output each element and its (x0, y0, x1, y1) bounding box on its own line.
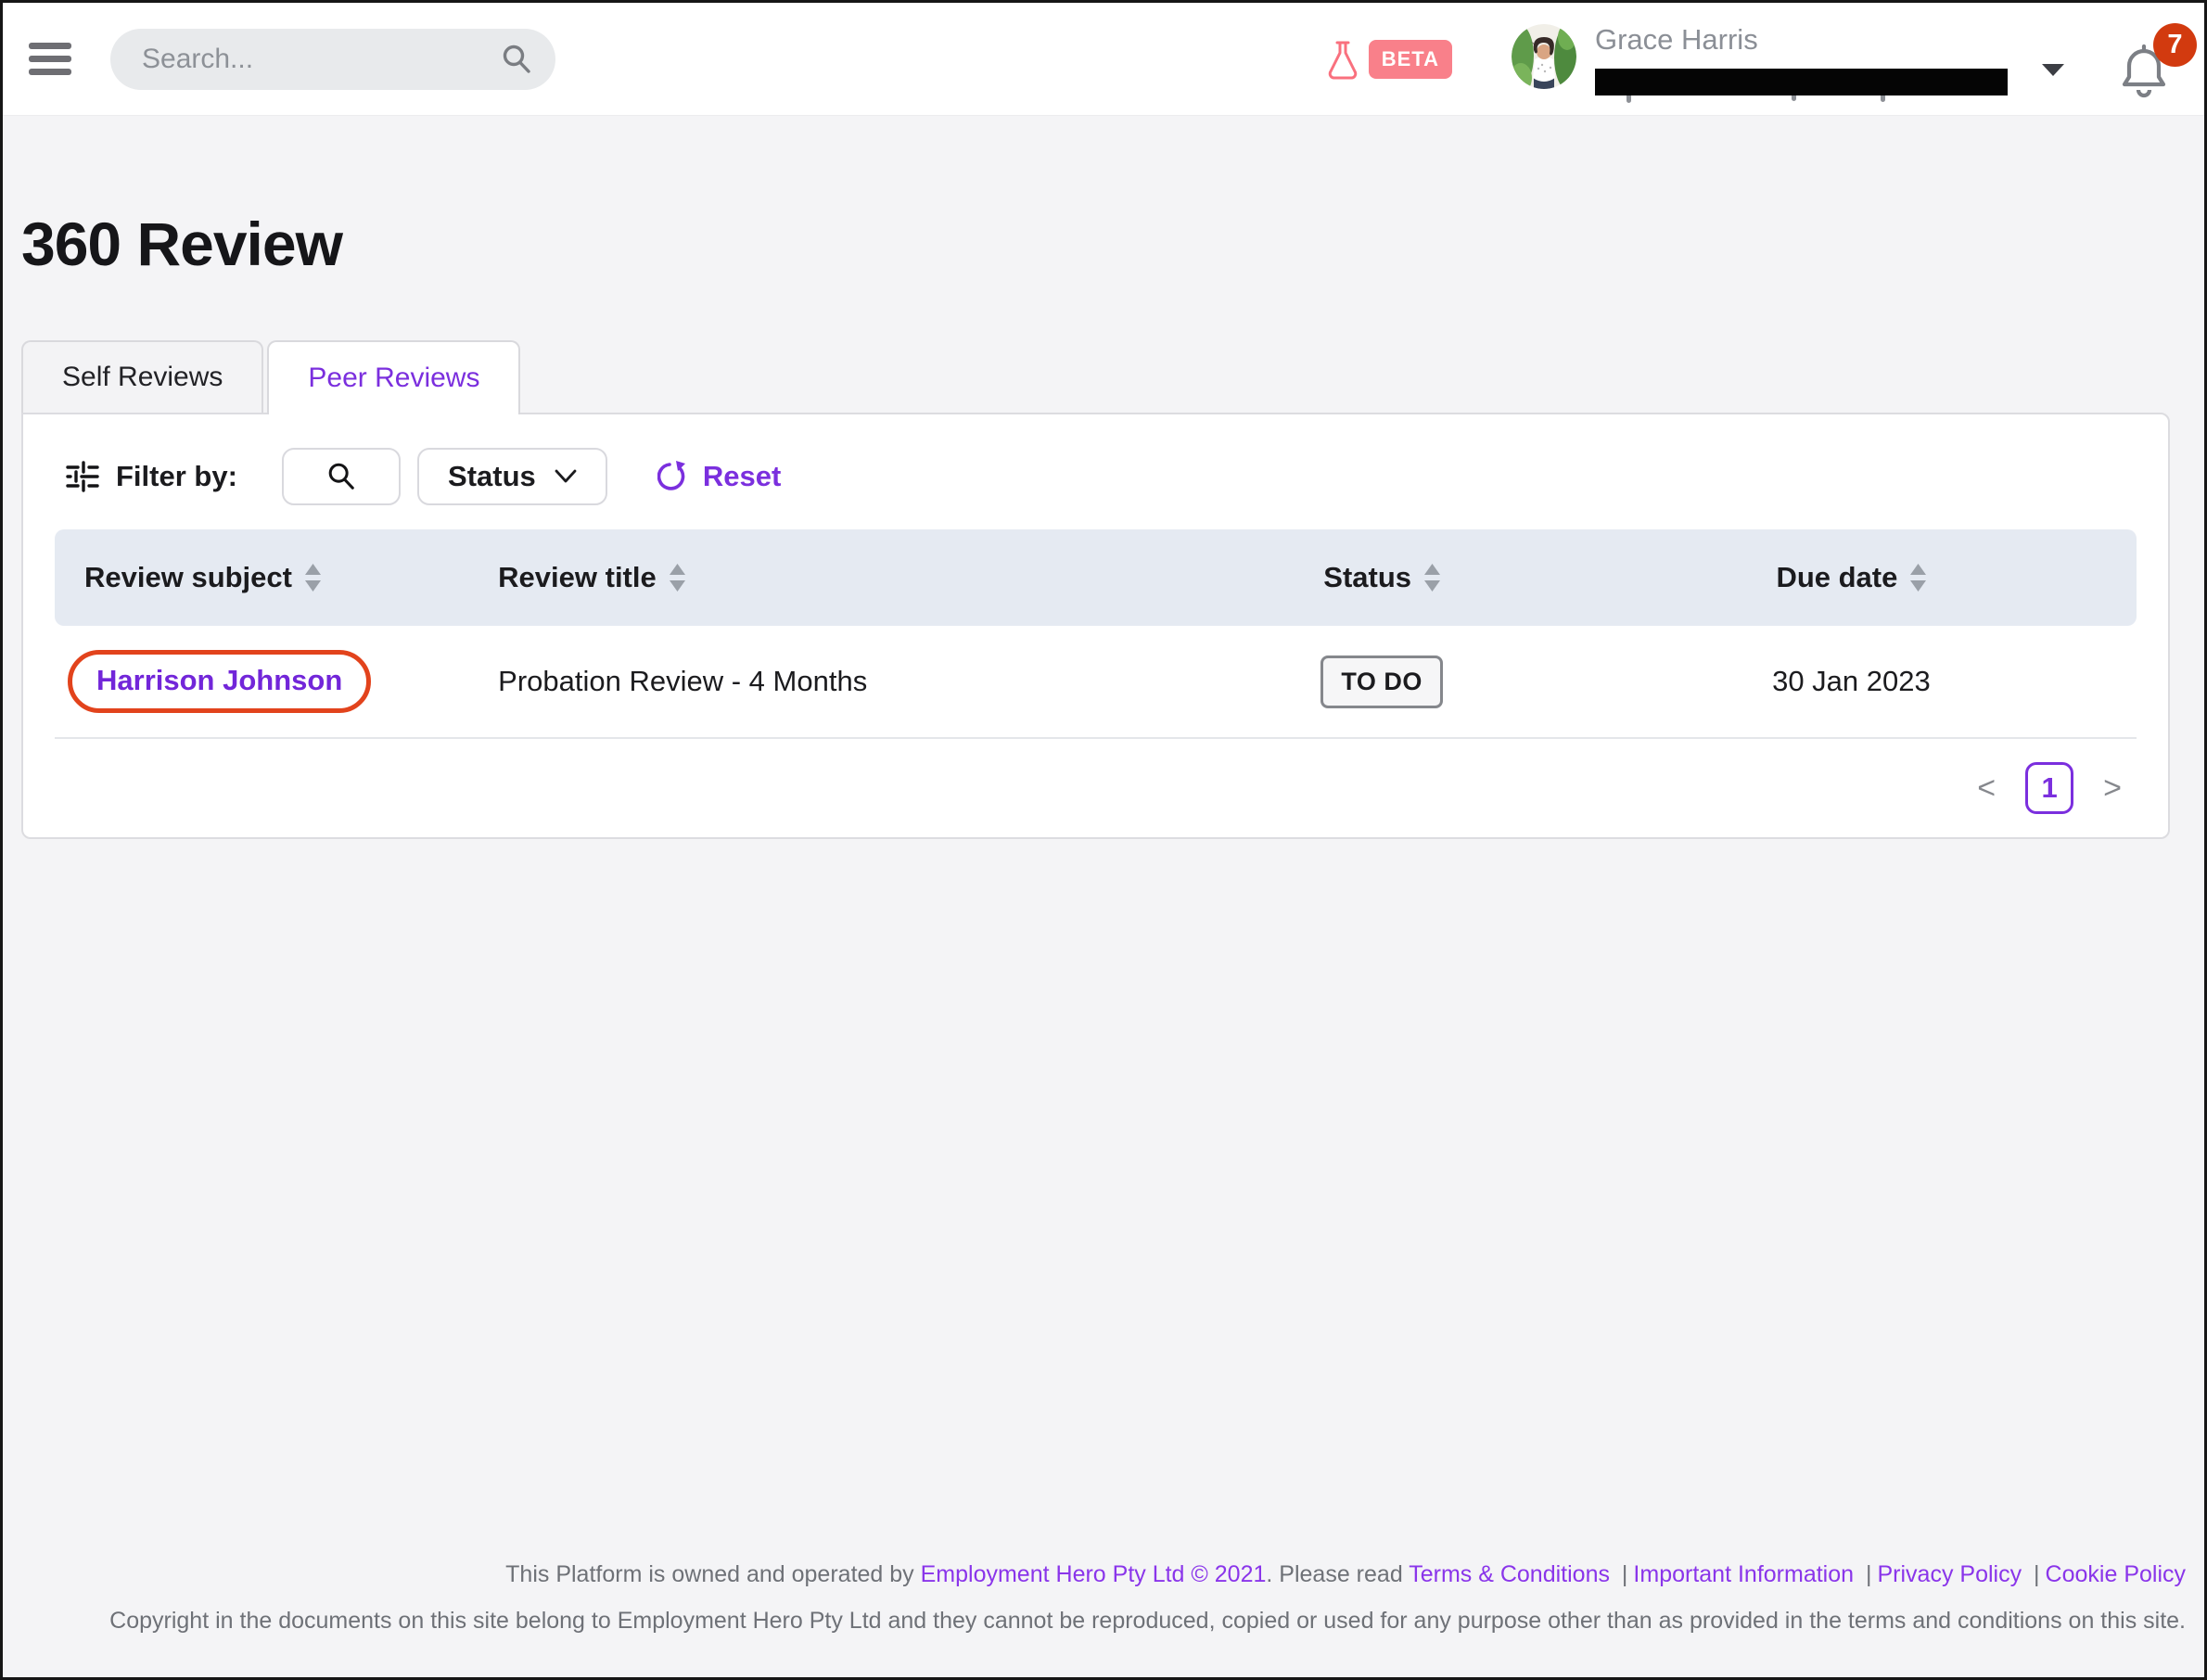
reset-label: Reset (703, 460, 781, 493)
user-menu[interactable]: Grace Harris (1512, 22, 2065, 95)
sort-icon (305, 564, 321, 592)
footer-link-terms[interactable]: Terms & Conditions (1409, 1561, 1610, 1587)
sort-icon (1424, 564, 1440, 592)
beta-feature-toggle[interactable]: BETA (1324, 38, 1452, 81)
table-row[interactable]: Harrison Johnson Probation Review - 4 Mo… (55, 626, 2137, 739)
column-header-due-date[interactable]: Due date (1566, 561, 2137, 594)
footer-link-privacy-policy[interactable]: Privacy Policy (1878, 1561, 2022, 1587)
due-date-cell: 30 Jan 2023 (1566, 665, 2137, 698)
sort-icon (670, 564, 685, 592)
search-input[interactable] (142, 44, 500, 75)
reset-filters-button[interactable]: Reset (657, 460, 781, 493)
review-subject-link[interactable]: Harrison Johnson (96, 664, 342, 696)
red-circle-annotation: Harrison Johnson (68, 650, 371, 713)
notification-count-badge: 7 (2153, 23, 2197, 67)
status-filter-dropdown[interactable]: Status (417, 448, 607, 505)
beta-badge: BETA (1369, 40, 1452, 79)
tab-peer-reviews[interactable]: Peer Reviews (267, 340, 520, 414)
footer-line-2: Copyright in the documents on this site … (3, 1597, 2186, 1644)
footer-link-important-information[interactable]: Important Information (1633, 1561, 1854, 1587)
page-title: 360 Review (21, 209, 2170, 279)
filter-sliders-icon (66, 461, 99, 492)
pagination: < 1 > (55, 739, 2137, 837)
flask-icon (1324, 38, 1361, 81)
column-header-review-title[interactable]: Review title (498, 561, 1197, 594)
status-filter-label: Status (448, 460, 536, 493)
current-page-button[interactable]: 1 (2025, 762, 2073, 814)
status-cell: TO DO (1197, 655, 1565, 708)
chevron-down-icon (555, 469, 577, 484)
main-content: 360 Review Self Reviews Peer Reviews (3, 116, 2204, 1551)
redacted-email (1595, 69, 2008, 95)
footer: This Platform is owned and operated by E… (3, 1551, 2204, 1677)
search-icon[interactable] (500, 43, 533, 76)
tab-bar: Self Reviews Peer Reviews (21, 340, 2170, 413)
filter-search-button[interactable] (282, 448, 401, 505)
column-header-review-subject[interactable]: Review subject (55, 561, 498, 594)
peer-reviews-panel: Filter by: Status Reset (21, 413, 2170, 839)
filter-bar: Filter by: Status Reset (55, 414, 2137, 529)
hamburger-menu-icon[interactable] (29, 36, 71, 82)
next-page-button[interactable]: > (2103, 772, 2122, 804)
chevron-down-icon[interactable] (2041, 61, 2065, 78)
tab-self-reviews[interactable]: Self Reviews (21, 340, 263, 413)
search-icon (325, 461, 357, 492)
reset-icon (657, 460, 689, 493)
review-subject-cell: Harrison Johnson (55, 650, 498, 713)
status-badge: TO DO (1320, 655, 1443, 708)
previous-page-button[interactable]: < (1977, 772, 1996, 804)
user-identity: Grace Harris (1595, 22, 2008, 95)
avatar[interactable] (1512, 24, 1576, 89)
review-title-cell: Probation Review - 4 Months (498, 665, 1197, 698)
column-header-status[interactable]: Status (1197, 561, 1565, 594)
sort-icon (1910, 564, 1926, 592)
notifications-button[interactable]: 7 (2117, 44, 2171, 101)
footer-link-company[interactable]: Employment Hero Pty Ltd © 2021 (921, 1561, 1267, 1587)
top-bar: BETA (3, 3, 2204, 116)
user-name: Grace Harris (1595, 24, 2008, 56)
footer-link-cookie-policy[interactable]: Cookie Policy (2046, 1561, 2186, 1587)
global-search[interactable] (110, 29, 555, 90)
footer-line-1: This Platform is owned and operated by E… (3, 1551, 2186, 1597)
filter-by-label: Filter by: (116, 460, 237, 493)
table-header-row: Review subject Review title Status Due d… (55, 529, 2137, 626)
